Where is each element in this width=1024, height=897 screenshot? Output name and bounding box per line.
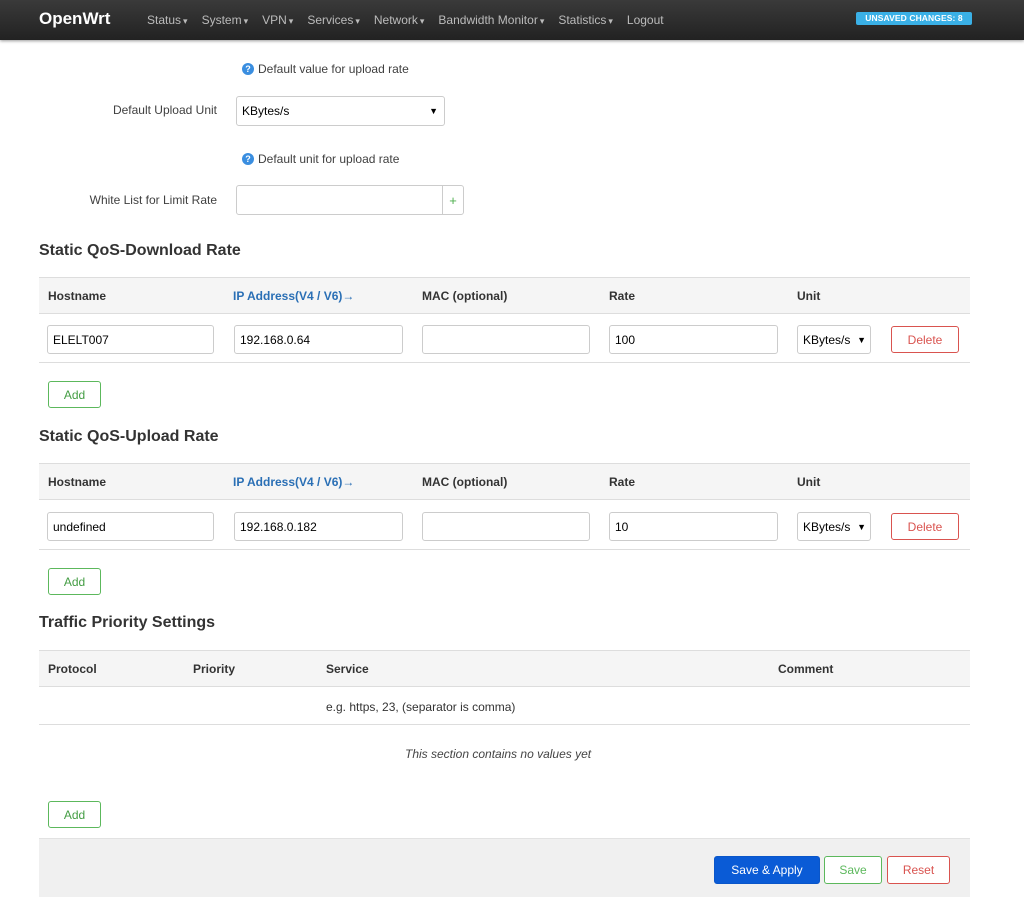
add-whitelist-button[interactable]: + [442, 185, 464, 215]
download-table-header: Hostname IP Address(V4 / V6)→ MAC (optio… [39, 277, 970, 314]
help-icon: ? [242, 63, 254, 75]
upload-unit-label: Default Upload Unit [112, 103, 217, 117]
whitelist-input[interactable] [236, 185, 443, 215]
brand-logo[interactable]: OpenWrt [39, 9, 110, 29]
help-icon: ? [242, 153, 254, 165]
col-hostname: Hostname [48, 475, 107, 489]
upload-section-title: Static QoS-Upload Rate [39, 428, 219, 445]
nav-system[interactable]: System ▾ [202, 13, 249, 27]
upload-rate-hint: ? Default value for upload rate [242, 62, 409, 76]
col-ip-address[interactable]: IP Address(V4 / V6)→ [233, 475, 354, 489]
upload-ip-input[interactable]: 192.168.0.182 [234, 512, 403, 541]
nav-bandwidth-monitor[interactable]: Bandwidth Monitor ▾ [438, 13, 544, 27]
upload-unit-hint: ? Default unit for upload rate [242, 152, 399, 166]
dropdown-arrow-icon: ▼ [857, 521, 866, 532]
upload-rate-input[interactable]: 10 [609, 512, 778, 541]
upload-add-button[interactable]: Add [48, 568, 101, 595]
col-mac: MAC (optional) [422, 289, 508, 303]
caret-down-icon: ▾ [539, 16, 545, 26]
caret-down-icon: ▾ [288, 16, 294, 26]
caret-down-icon: ▾ [183, 16, 188, 26]
col-comment: Comment [778, 662, 834, 676]
nav-services[interactable]: Services ▾ [307, 13, 360, 27]
service-hint-text: e.g. https, 23, (separator is comma) [326, 700, 516, 714]
col-hostname: Hostname [48, 289, 107, 303]
col-priority: Priority [193, 662, 236, 676]
priority-section-title: Traffic Priority Settings [39, 614, 216, 631]
whitelist-label: White List for Limit Rate [89, 193, 217, 207]
download-add-button[interactable]: Add [48, 381, 101, 408]
download-hostname-input[interactable]: ELELT007 [47, 325, 214, 354]
top-navbar: OpenWrt Status ▾ System ▾ VPN ▾ Services ▾ N… [0, 0, 1024, 40]
plus-icon: + [449, 192, 457, 208]
col-protocol: Protocol [48, 662, 97, 676]
save-apply-button[interactable]: Save & Apply [714, 856, 820, 884]
upload-mac-input[interactable] [422, 512, 590, 541]
download-rate-input[interactable]: 100 [609, 325, 778, 354]
upload-unit-select[interactable]: KBytes/s ▼ [797, 512, 871, 541]
dropdown-arrow-icon: ▼ [857, 334, 866, 345]
col-ip-address[interactable]: IP Address(V4 / V6)→ [233, 289, 354, 303]
caret-down-icon: ▾ [608, 16, 613, 26]
upload-unit-select[interactable]: KBytes/s ▼ [236, 96, 445, 126]
unsaved-changes-badge[interactable]: UNSAVED CHANGES: 8 [856, 12, 972, 25]
upload-hostname-input[interactable]: undefined [47, 512, 214, 541]
nav-status[interactable]: Status ▾ [147, 13, 188, 27]
upload-delete-button[interactable]: Delete [891, 513, 959, 540]
download-row-divider [39, 362, 970, 363]
download-mac-input[interactable] [422, 325, 590, 354]
nav-statistics[interactable]: Statistics ▾ [558, 13, 613, 27]
upload-row-divider [39, 549, 970, 550]
download-ip-input[interactable]: 192.168.0.64 [234, 325, 403, 354]
col-rate: Rate [609, 289, 636, 303]
caret-down-icon: ▾ [243, 16, 249, 26]
col-service: Service [326, 662, 369, 676]
nav-network[interactable]: Network ▾ [374, 13, 425, 27]
nav-vpn[interactable]: VPN ▾ [262, 13, 293, 27]
col-unit: Unit [797, 475, 821, 489]
download-unit-select[interactable]: KBytes/s ▼ [797, 325, 871, 354]
priority-hint-divider [39, 724, 970, 725]
col-mac: MAC (optional) [422, 475, 508, 489]
nav-menu: Status ▾ System ▾ VPN ▾ Services ▾ Network ▾ … [147, 0, 678, 40]
download-section-title: Static QoS-Download Rate [39, 242, 241, 259]
caret-down-icon: ▾ [355, 16, 360, 26]
col-rate: Rate [609, 475, 636, 489]
upload-table-header: Hostname IP Address(V4 / V6)→ MAC (optio… [39, 463, 970, 500]
save-button[interactable]: Save [824, 856, 882, 884]
download-delete-button[interactable]: Delete [891, 326, 959, 353]
priority-table-header: Protocol Priority Service Comment [39, 650, 970, 687]
dropdown-arrow-icon: ▼ [429, 106, 438, 116]
caret-down-icon: ▾ [419, 16, 425, 26]
priority-add-button[interactable]: Add [48, 801, 101, 828]
col-unit: Unit [797, 289, 821, 303]
reset-button[interactable]: Reset [887, 856, 950, 884]
nav-logout[interactable]: Logout [627, 13, 664, 27]
empty-section-message: This section contains no values yet [405, 747, 592, 761]
